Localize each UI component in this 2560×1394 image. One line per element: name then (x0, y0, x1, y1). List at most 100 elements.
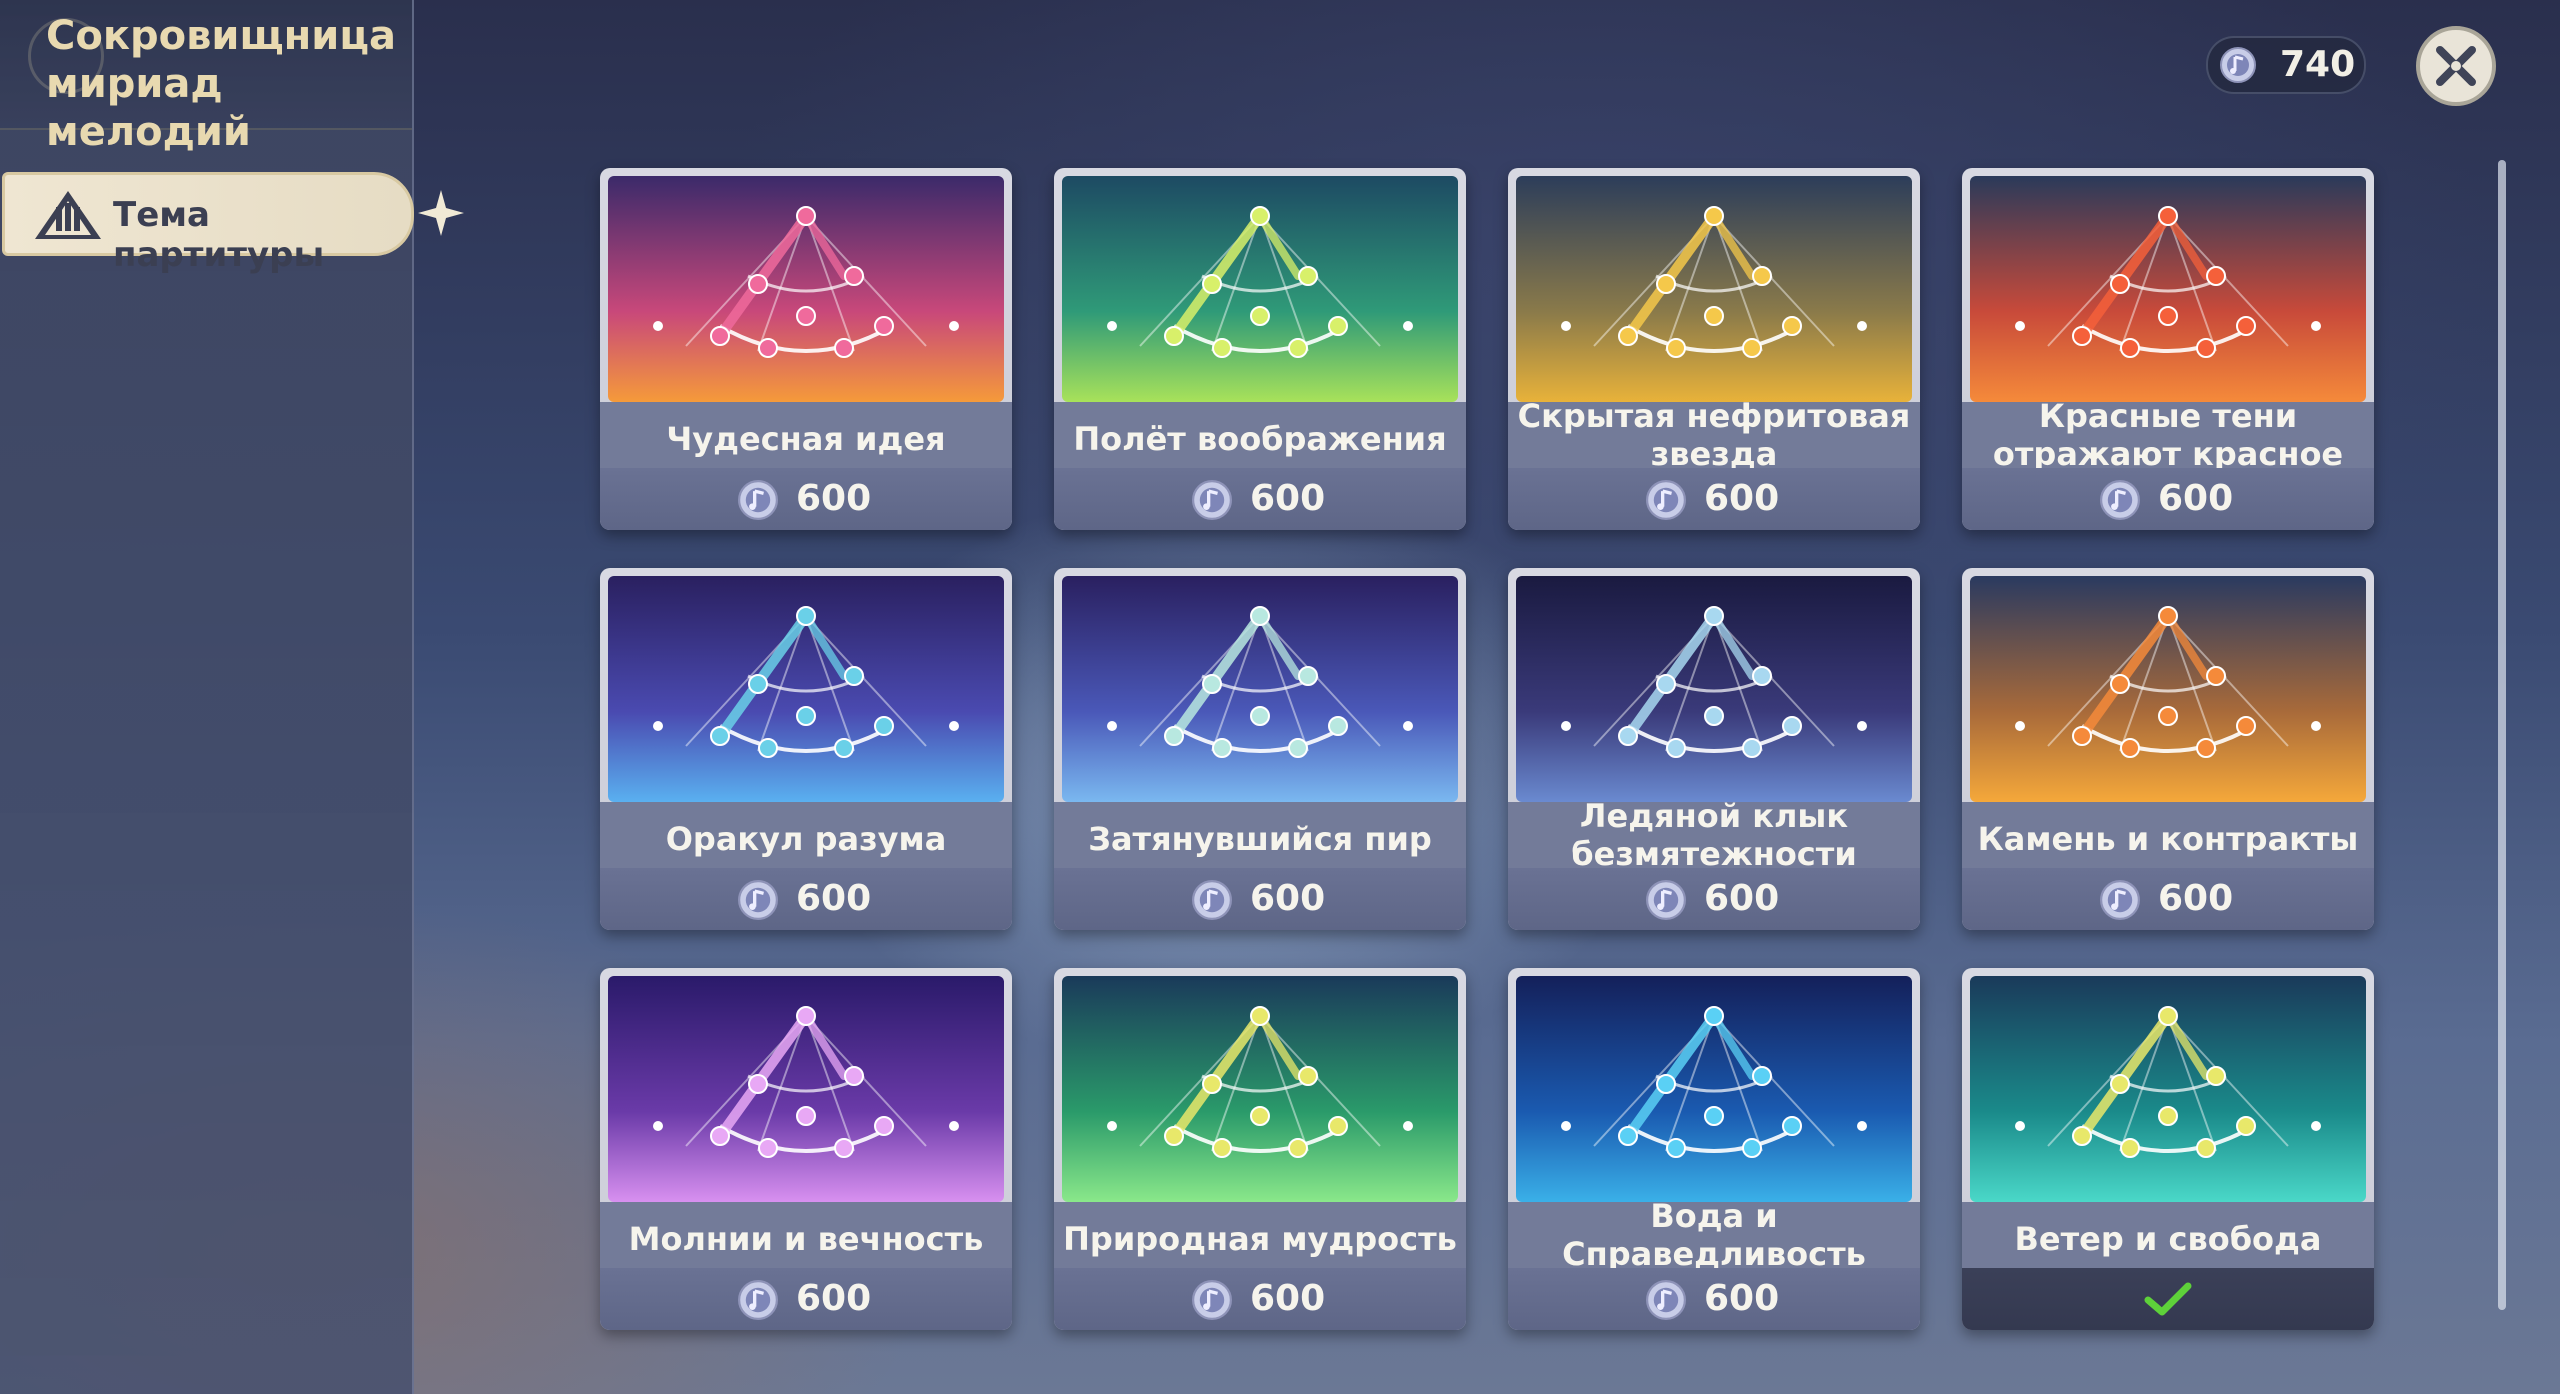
note-marker (844, 1066, 864, 1086)
tab-score-theme[interactable]: Тема партитуры (2, 172, 414, 275)
theme-price: 600 (1704, 1278, 1780, 1319)
note-marker (1288, 738, 1308, 758)
note-marker (1164, 726, 1184, 746)
theme-card[interactable]: Красные тени отражают красное 600 (1962, 168, 2374, 530)
note-marker (1704, 706, 1724, 726)
theme-preview (1970, 576, 2366, 802)
theme-name: Природная мудрость (1063, 1220, 1457, 1258)
sparkle-icon (418, 190, 464, 236)
note-marker (2072, 726, 2092, 746)
note-marker (1752, 1066, 1772, 1086)
note-marker (2236, 1116, 2256, 1136)
theme-card[interactable]: Вода и Справедливость 600 (1508, 968, 1920, 1330)
price-button[interactable]: 600 (1508, 468, 1920, 530)
note-marker (1656, 674, 1676, 694)
note-dot (1561, 721, 1571, 731)
note-marker (2158, 1006, 2178, 1026)
theme-card[interactable]: Чудесная идея 600 (600, 168, 1012, 530)
price-button[interactable]: 600 (1054, 468, 1466, 530)
note-marker (1704, 1006, 1724, 1026)
theme-preview (1516, 976, 1912, 1202)
price-button[interactable]: 600 (1508, 868, 1920, 930)
theme-preview (1516, 176, 1912, 402)
theme-name: Оракул разума (665, 820, 947, 858)
theme-card[interactable]: Камень и контракты 600 (1962, 568, 2374, 930)
note-marker (748, 674, 768, 694)
note-marker (1212, 1138, 1232, 1158)
note-dot (1857, 721, 1867, 731)
note-marker (796, 706, 816, 726)
theme-card[interactable]: Полёт воображения 600 (1054, 168, 1466, 530)
price-button[interactable]: 600 (1054, 868, 1466, 930)
note-marker (710, 326, 730, 346)
price-button[interactable]: 600 (1962, 868, 2374, 930)
note-marker (1298, 1066, 1318, 1086)
note-marker (1742, 1138, 1762, 1158)
note-marker (1250, 706, 1270, 726)
note-marker (1666, 338, 1686, 358)
price-button[interactable]: 600 (600, 1268, 1012, 1330)
note-marker (844, 266, 864, 286)
theme-preview (1970, 176, 2366, 402)
note-dot (2015, 1121, 2025, 1131)
scrollbar-thumb[interactable] (2498, 160, 2506, 1310)
note-marker (2196, 738, 2216, 758)
note-marker (1752, 266, 1772, 286)
price-button[interactable]: 600 (1508, 1268, 1920, 1330)
theme-name: Чудесная идея (666, 420, 946, 458)
theme-price: 600 (1250, 1278, 1326, 1319)
price-button[interactable]: 600 (1054, 1268, 1466, 1330)
note-marker (1250, 606, 1270, 626)
note-dot (1561, 321, 1571, 331)
note-dot (653, 721, 663, 731)
theme-preview (1970, 976, 2366, 1202)
note-marker (2236, 316, 2256, 336)
music-coin-icon (2100, 480, 2140, 520)
note-marker (2110, 674, 2130, 694)
warning-triangle-icon (35, 191, 101, 239)
note-marker (2236, 716, 2256, 736)
note-dot (1403, 721, 1413, 731)
theme-price: 600 (1250, 878, 1326, 919)
note-marker (2158, 606, 2178, 626)
price-button[interactable]: 600 (600, 868, 1012, 930)
note-marker (2158, 706, 2178, 726)
price-button[interactable]: 600 (600, 468, 1012, 530)
note-marker (1742, 738, 1762, 758)
note-dot (1561, 1121, 1571, 1131)
theme-name: Молнии и вечность (628, 1220, 984, 1258)
theme-card[interactable]: Ледяной клык безмятежности 600 (1508, 568, 1920, 930)
note-marker (748, 1074, 768, 1094)
music-coin-icon (738, 880, 778, 920)
theme-preview (1062, 176, 1458, 402)
note-marker (1250, 1006, 1270, 1026)
theme-card[interactable]: Скрытая нефритовая звезда 600 (1508, 168, 1920, 530)
theme-card[interactable]: Оракул разума 600 (600, 568, 1012, 930)
theme-name: Скрытая нефритовая звезда (1517, 397, 1911, 473)
note-marker (758, 738, 778, 758)
theme-card[interactable]: Молнии и вечность 600 (600, 968, 1012, 1330)
note-marker (874, 316, 894, 336)
note-marker (1666, 1138, 1686, 1158)
note-dot (949, 1121, 959, 1131)
currency-amount: 740 (2280, 44, 2356, 85)
note-marker (1752, 666, 1772, 686)
note-marker (1212, 738, 1232, 758)
close-button[interactable] (2416, 26, 2496, 106)
theme-card-owned[interactable]: Ветер и свобода (1962, 968, 2374, 1330)
price-button[interactable]: 600 (1962, 468, 2374, 530)
title-box: Сокровищница мириад мелодий (0, 0, 412, 155)
note-marker (1202, 1074, 1222, 1094)
note-marker (2120, 738, 2140, 758)
note-marker (874, 1116, 894, 1136)
music-coin-icon (738, 480, 778, 520)
note-dot (653, 1121, 663, 1131)
theme-card[interactable]: Затянувшийся пир 600 (1054, 568, 1466, 930)
note-dot (653, 321, 663, 331)
note-marker (2072, 1126, 2092, 1146)
note-marker (796, 306, 816, 326)
scrollbar[interactable] (2498, 160, 2506, 1310)
theme-card[interactable]: Природная мудрость 600 (1054, 968, 1466, 1330)
music-coin-icon (1192, 480, 1232, 520)
note-dot (2311, 321, 2321, 331)
